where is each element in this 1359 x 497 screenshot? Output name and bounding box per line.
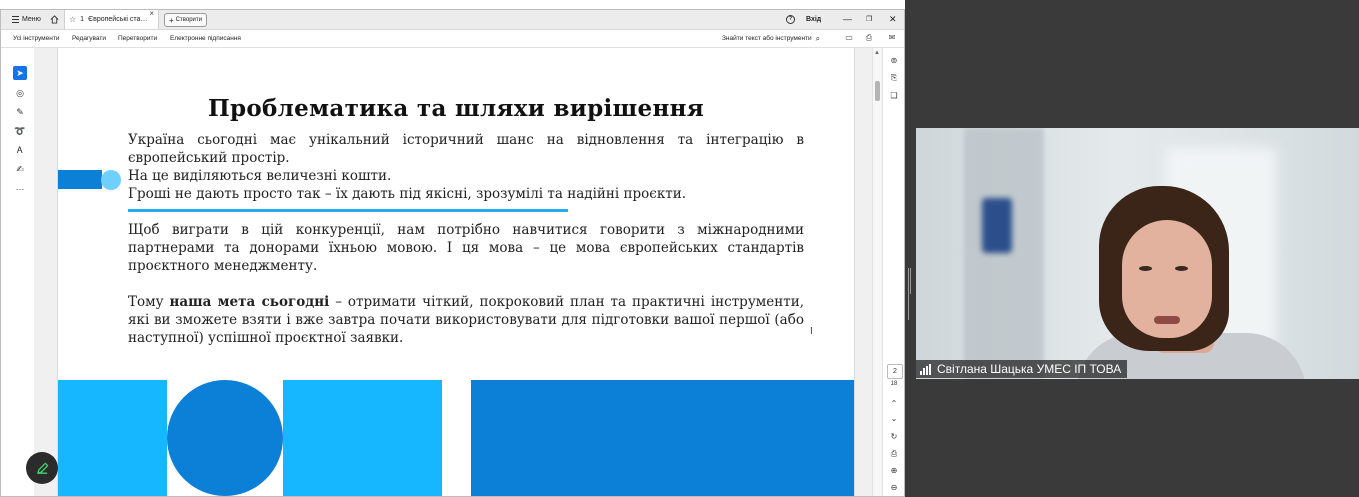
goal-bold: наша мета сьогодні [169, 294, 330, 310]
zoom-in-icon[interactable]: ⊕ [888, 465, 900, 477]
signal-bars-icon [920, 363, 932, 375]
pdf-viewer-window: Меню ☆ 1 Європейські ста… × + Створити ?… [0, 0, 905, 497]
mail-icon[interactable]: ✉ [887, 33, 897, 43]
find-text-search[interactable]: Знайти текст або інструменти ⌕ [722, 30, 820, 47]
person-eye-right [1175, 266, 1188, 271]
current-page-field[interactable]: 2 [887, 364, 903, 379]
login-button[interactable]: Вхід [806, 9, 821, 29]
pencil-icon [36, 462, 48, 474]
vertical-scrollbar[interactable]: ▲ [872, 48, 882, 497]
lasso-icon[interactable]: ➰ [13, 124, 27, 138]
help-icon[interactable]: ? [786, 9, 796, 29]
find-text-label: Знайти текст або інструменти [722, 35, 812, 42]
tab-number: 1 [80, 15, 85, 23]
video-bg-panel [964, 128, 1044, 379]
video-bg-object [982, 198, 1012, 253]
page-up-icon[interactable]: ⌃ [888, 398, 900, 410]
participant-name: Світлана Шацька УМЕС ІП ТОВА [937, 362, 1122, 376]
pages-icon[interactable]: ❏ [888, 90, 900, 102]
left-tool-rail: ➤ ◎ ✎ ➰ Ꭺ ✍ … [9, 62, 31, 197]
slide-title: Проблематика та шляхи вирішення [207, 95, 705, 122]
title-bar: Меню ☆ 1 Європейські ста… × + Створити ?… [0, 9, 905, 30]
rotate-icon[interactable]: ↻ [888, 431, 900, 443]
save-icon[interactable]: ▭ [844, 33, 854, 43]
decor-underline [128, 209, 568, 212]
menu-e-sign[interactable]: Електронне підписання [170, 30, 241, 47]
bookmark-icon[interactable]: ⎘ [888, 72, 900, 84]
decor-block-light-1 [58, 380, 167, 497]
participant-video [916, 128, 1359, 379]
print-icon[interactable]: ⎙ [864, 33, 874, 43]
text-cursor-icon: I [810, 326, 813, 337]
select-cursor-icon[interactable]: ➤ [13, 66, 27, 80]
stamp-icon[interactable]: ✍ [13, 162, 27, 176]
home-glyph [50, 14, 59, 24]
pen-icon[interactable]: ✎ [13, 105, 27, 119]
home-icon[interactable] [50, 9, 60, 29]
question-mark-glyph: ? [786, 14, 795, 24]
edit-fab-button[interactable] [26, 452, 58, 484]
paragraph-intro: Україна сьогодні має унікальний історичн… [128, 131, 804, 203]
paragraph-goal: Тому наша мета сьогодні – отримати чітки… [128, 293, 804, 347]
more-tools-icon[interactable]: … [13, 180, 27, 194]
person-mouth [1154, 316, 1180, 324]
right-tool-panel: ⊚ ⎘ ❏ 2 18 ⌃ ⌄ ↻ ⎙ ⊕ ⊖ [882, 48, 905, 497]
intro-line-3: Гроші не дають просто так – їх дають під… [128, 186, 687, 202]
minimize-icon[interactable]: — [843, 9, 852, 29]
close-window-icon[interactable]: ✕ [889, 9, 897, 29]
create-label: Створити [175, 17, 202, 23]
plus-icon: + [169, 15, 174, 25]
search-icon: ⌕ [815, 33, 821, 43]
goal-text: Тому наша мета сьогодні – отримати чітки… [128, 293, 804, 347]
star-icon[interactable]: ☆ [69, 15, 76, 24]
decor-light-blue-dot [101, 170, 121, 190]
tab-document[interactable]: ☆ 1 Європейські ста… × [64, 9, 159, 29]
intro-line-2: На це виділяються величезні кошти. [128, 168, 392, 184]
menu-convert[interactable]: Перетворити [118, 30, 157, 47]
maximize-icon[interactable]: ❐ [866, 9, 872, 29]
scroll-up-icon[interactable]: ▲ [874, 50, 880, 56]
scrollbar-thumb[interactable] [875, 81, 880, 101]
text-box-icon[interactable]: Ꭺ [13, 143, 27, 157]
competition-text: Щоб виграти в цій конкуренції, нам потрі… [128, 222, 804, 274]
person-eye-left [1139, 266, 1152, 271]
pdf-page: Проблематика та шляхи вирішення Україна … [57, 48, 855, 497]
hamburger-icon [12, 15, 19, 23]
menu-all-tools[interactable]: Усі інструменти [13, 30, 59, 47]
create-button[interactable]: + Створити [164, 13, 207, 27]
intro-line-1: Україна сьогодні має унікальний історичн… [128, 132, 804, 166]
menu-label: Меню [22, 15, 41, 23]
menu-button[interactable]: Меню [12, 9, 41, 29]
comment-icon[interactable]: ◎ [13, 86, 27, 100]
extract-icon[interactable]: ⎙ [888, 448, 900, 460]
total-pages: 18 [890, 381, 898, 387]
decor-block-dark [471, 380, 854, 497]
tab-close-icon[interactable]: × [149, 9, 154, 18]
zoom-out-icon[interactable]: ⊖ [888, 482, 900, 494]
decor-block-light-2 [283, 380, 442, 497]
menu-edit[interactable]: Редагувати [72, 30, 106, 47]
goal-prefix: Тому [128, 294, 170, 310]
decor-blue-rectangle [58, 170, 102, 189]
participant-name-badge: Світлана Шацька УМЕС ІП ТОВА [916, 360, 1128, 378]
main-toolbar: Усі інструменти Редагувати Перетворити Е… [0, 30, 905, 48]
ai-assistant-icon[interactable]: ⊚ [888, 55, 900, 67]
tab-title: Європейські ста… [88, 15, 148, 23]
decor-circle [167, 380, 283, 496]
pane-splitter-handle[interactable] [908, 268, 912, 320]
page-down-icon[interactable]: ⌄ [888, 413, 900, 425]
paragraph-competition: Щоб виграти в цій конкуренції, нам потрі… [128, 221, 804, 275]
